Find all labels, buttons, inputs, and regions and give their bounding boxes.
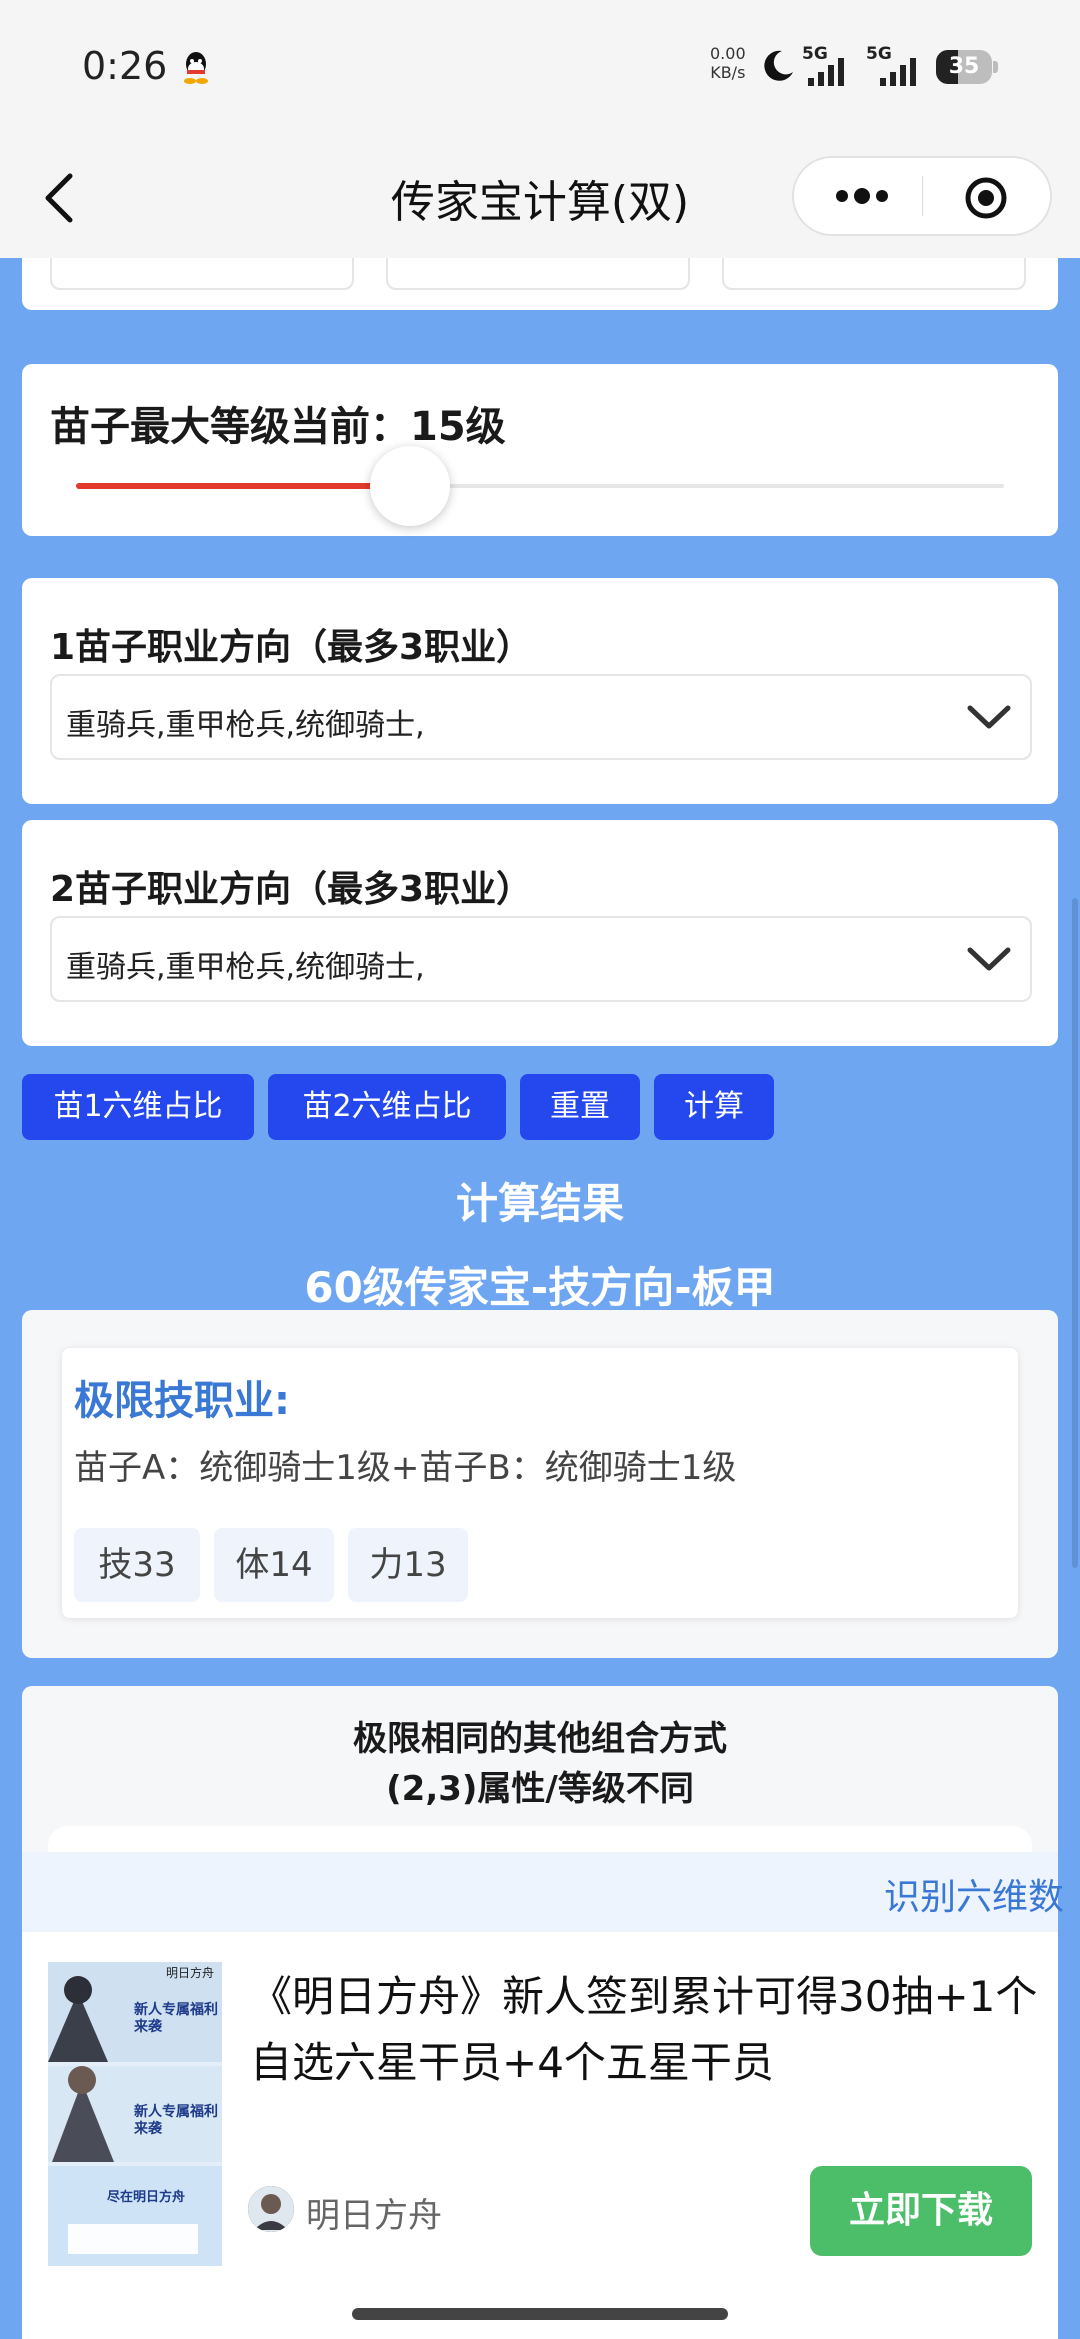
other-title-line-2: (2,3)属性/等级不同 [386,1769,694,1809]
direction-select[interactable]: 技 [386,258,690,290]
level-select[interactable]: 50 [50,258,354,290]
stat-tag: 体14 [214,1528,334,1602]
ad-image-text-1: 新人专属福利来袭 [134,2002,218,2035]
battery-level: 35 [948,54,980,79]
ratio-1-button[interactable]: 苗1六维占比 [22,1074,254,1140]
close-target-icon[interactable] [964,176,1008,220]
top-select-card: 50 技 板甲 [22,258,1058,310]
slider-fill [76,483,411,489]
signal-1-icon: 5G [802,44,850,86]
direction-1-label: 1苗子职业方向（最多3职业） [50,627,533,668]
navbar: 传家宝计算(双) [0,140,1080,258]
ad-topbar: 识别六维数 [22,1852,1064,1932]
direction-2-label: 2苗子职业方向（最多3职业） [50,869,533,910]
ad-image-text-3: 尽在明日方舟 [106,2190,185,2205]
signal-2-icon: 5G [866,44,922,86]
armor-select-value: 板甲 [738,258,794,262]
result-combination: 苗子A：统御骑士1级+苗子B：统御骑士1级 [74,1448,737,1488]
net-speed: 0.00 KB/s [710,44,746,82]
more-icon[interactable] [832,184,892,208]
download-button[interactable]: 立即下载 [810,2166,1032,2256]
result-heading: 极限技职业: [74,1378,290,1424]
result-detail: 极限技职业: 苗子A：统御骑士1级+苗子B：统御骑士1级 技33 体14 力13 [62,1348,1018,1618]
level-slider-card: 苗子最大等级当前：15级 [22,364,1058,536]
chevron-down-icon [967,705,1011,729]
slider-thumb[interactable] [370,446,451,526]
slider-label: 苗子最大等级当前：15级 [50,404,506,450]
chevron-down-icon [967,947,1011,971]
ad-image-text-2: 新人专属福利来袭 [134,2104,218,2137]
ad-banner[interactable]: 识别六维数 明日方舟 新人专属福利来袭 新人专属福利来袭 尽在明日方舟 《明日方… [22,1852,1064,2339]
result-title: 计算结果 [455,1179,624,1228]
direction-2-select[interactable]: 重骑兵,重甲枪兵,统御骑士, [50,916,1032,1002]
ad-brand: 明日方舟 [306,2196,442,2236]
result-card: 极限技职业: 苗子A：统御骑士1级+苗子B：统御骑士1级 技33 体14 力13 [22,1310,1058,1658]
mini-program-capsule [792,156,1052,236]
net-speed-value: 0.00 [710,44,746,63]
qq-icon [184,52,208,84]
reset-button[interactable]: 重置 [520,1074,640,1140]
direction-1-value: 重骑兵,重甲枪兵,统御骑士, [66,708,425,743]
stat-tag: 力13 [348,1528,468,1602]
other-title-line-1: 极限相同的其他组合方式 [353,1719,727,1759]
direction-select-value: 技 [402,258,430,262]
scrollbar[interactable] [1072,898,1078,1568]
battery-icon: 35 [936,50,998,84]
stat-tag: 技33 [74,1528,200,1602]
level-slider[interactable] [76,446,1004,526]
moon-icon [764,50,793,81]
ratio-2-button[interactable]: 苗2六维占比 [268,1074,506,1140]
status-bar: 0:26 0.00 KB/s 5G 5G 35 [0,0,1080,140]
direction-2-card: 2苗子职业方向（最多3职业） 重骑兵,重甲枪兵,统御骑士, [22,820,1058,1046]
net-speed-unit: KB/s [710,63,746,82]
other-combinations-title: 极限相同的其他组合方式 (2,3)属性/等级不同 [22,1714,1058,1814]
result-subtitle: 60级传家宝-技方向-板甲 [304,1263,776,1312]
direction-1-select[interactable]: 重骑兵,重甲枪兵,统御骑士, [50,674,1032,760]
recognize-stats-link[interactable]: 识别六维数 [884,1868,1064,1920]
ad-image-logo: 明日方舟 [166,1966,215,1980]
home-indicator [352,2308,728,2320]
ad-image[interactable]: 明日方舟 新人专属福利来袭 新人专属福利来袭 尽在明日方舟 [48,1962,222,2266]
direction-1-card: 1苗子职业方向（最多3职业） 重骑兵,重甲枪兵,统御骑士, [22,578,1058,804]
armor-select[interactable]: 板甲 [722,258,1026,290]
status-time: 0:26 [82,44,168,88]
brand-avatar [248,2186,294,2232]
ad-headline[interactable]: 《明日方舟》新人签到累计可得30抽+1个自选六星干员+4个五星干员 [250,1964,1050,2096]
direction-2-value: 重骑兵,重甲枪兵,统御骑士, [66,950,425,985]
calculate-button[interactable]: 计算 [654,1074,774,1140]
